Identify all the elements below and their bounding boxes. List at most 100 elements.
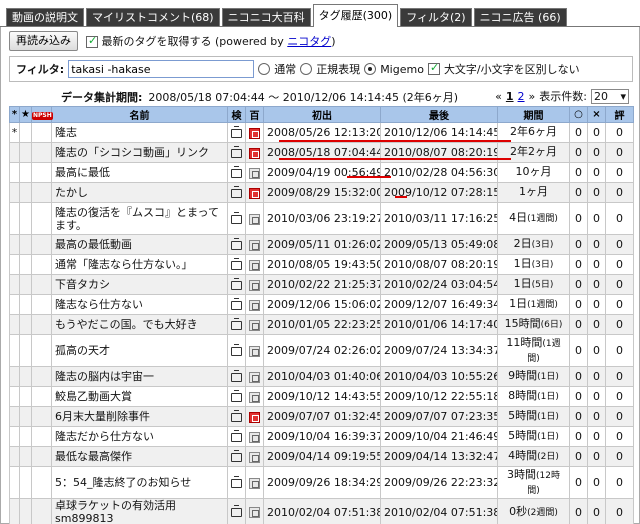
star-cell[interactable] xyxy=(19,254,32,275)
vote-good[interactable]: 0 xyxy=(569,386,588,407)
dictionary-icon[interactable] xyxy=(249,319,260,331)
tv-search-icon[interactable] xyxy=(231,452,242,462)
npsh-cell[interactable] xyxy=(31,314,52,335)
search-cell[interactable] xyxy=(227,386,246,407)
star-cell[interactable] xyxy=(19,466,32,499)
tv-search-icon[interactable] xyxy=(231,214,242,224)
dictionary-icon[interactable] xyxy=(249,127,260,139)
search-cell[interactable] xyxy=(227,142,246,163)
vote-good[interactable]: 0 xyxy=(569,366,588,387)
tag-name[interactable]: 最高に最低 xyxy=(51,162,228,183)
dictionary-cell[interactable] xyxy=(245,498,264,524)
vote-bad[interactable]: 0 xyxy=(587,122,606,143)
vote-bad[interactable]: 0 xyxy=(587,234,606,255)
tag-name[interactable]: もうやだこの国。でも大好き xyxy=(51,314,228,335)
tag-name[interactable]: 隆志の脳内は宇宙一 xyxy=(51,366,228,387)
vote-bad[interactable]: 0 xyxy=(587,386,606,407)
vote-bad[interactable]: 0 xyxy=(587,498,606,524)
tag-name[interactable]: 最低な最高傑作 xyxy=(51,446,228,467)
dictionary-icon[interactable] xyxy=(249,451,260,463)
tv-search-icon[interactable] xyxy=(231,188,242,198)
vote-good[interactable]: 0 xyxy=(569,294,588,315)
vote-good[interactable]: 0 xyxy=(569,122,588,143)
dictionary-cell[interactable] xyxy=(245,182,264,203)
dictionary-icon[interactable] xyxy=(249,239,260,251)
search-cell[interactable] xyxy=(227,498,246,524)
vote-good[interactable]: 0 xyxy=(569,182,588,203)
table-row[interactable]: 隆志の復活を『ムスコ』とまってます。 2010/03/06 23:19:27 201… xyxy=(9,202,634,235)
table-row[interactable]: 鮫島乙動画大賞 2009/10/12 14:43:55 2009/10/12 22:… xyxy=(9,386,634,407)
dictionary-icon[interactable] xyxy=(249,279,260,291)
tv-search-icon[interactable] xyxy=(231,392,242,402)
npsh-cell[interactable] xyxy=(31,366,52,387)
vote-good[interactable]: 0 xyxy=(569,406,588,427)
tab-5[interactable]: ニコニ広告 (66) xyxy=(473,8,567,27)
table-row[interactable]: 下音タカシ 2010/02/22 21:25:37 2010/02/24 03:04… xyxy=(9,274,634,295)
pager-prev[interactable]: « xyxy=(495,90,502,103)
tag-name[interactable]: 6月末大量削除事件 xyxy=(51,406,228,427)
dictionary-cell[interactable] xyxy=(245,162,264,183)
column-header[interactable]: 初出 xyxy=(263,106,381,123)
tab-3[interactable]: タグ履歴(300) xyxy=(312,4,399,27)
table-row[interactable]: 最高の最低動画 2009/05/11 01:26:02 2009/05/13 05:… xyxy=(9,234,634,255)
dictionary-cell[interactable] xyxy=(245,274,264,295)
vote-good[interactable]: 0 xyxy=(569,254,588,275)
dictionary-cell[interactable] xyxy=(245,254,264,275)
column-header[interactable]: ○ xyxy=(569,106,588,123)
column-header[interactable]: 評 xyxy=(605,106,634,123)
npsh-cell[interactable] xyxy=(31,446,52,467)
pager-page-1[interactable]: 1 xyxy=(506,90,514,103)
tv-search-icon[interactable] xyxy=(231,478,242,488)
tv-search-icon[interactable] xyxy=(231,508,242,517)
npsh-cell[interactable] xyxy=(31,334,52,367)
dictionary-icon[interactable] xyxy=(249,507,260,518)
nicotag-link[interactable]: ニコタグ xyxy=(287,35,331,48)
vote-bad[interactable]: 0 xyxy=(587,162,606,183)
dictionary-cell[interactable] xyxy=(245,234,264,255)
pager-page-2[interactable]: 2 xyxy=(518,90,525,103)
npsh-cell[interactable] xyxy=(31,202,52,235)
tag-name[interactable]: 隆志の「シコシコ動画」リンク xyxy=(51,142,228,163)
search-cell[interactable] xyxy=(227,466,246,499)
search-cell[interactable] xyxy=(227,234,246,255)
dictionary-cell[interactable] xyxy=(245,386,264,407)
star-cell[interactable] xyxy=(19,234,32,255)
npsh-cell[interactable] xyxy=(31,294,52,315)
vote-bad[interactable]: 0 xyxy=(587,294,606,315)
search-cell[interactable] xyxy=(227,122,246,143)
npsh-cell[interactable] xyxy=(31,162,52,183)
search-cell[interactable] xyxy=(227,162,246,183)
npsh-cell[interactable] xyxy=(31,386,52,407)
search-cell[interactable] xyxy=(227,406,246,427)
column-header[interactable]: 名前 xyxy=(51,106,228,123)
tv-search-icon[interactable] xyxy=(231,168,242,178)
tv-search-icon[interactable] xyxy=(231,280,242,290)
npsh-cell[interactable] xyxy=(31,274,52,295)
table-row[interactable]: 卓球ラケットの有効活用sm899813 2010/02/04 07:51:38 20… xyxy=(9,498,634,524)
vote-good[interactable]: 0 xyxy=(569,142,588,163)
star-cell[interactable] xyxy=(19,366,32,387)
dictionary-cell[interactable] xyxy=(245,446,264,467)
tag-name[interactable]: 孤高の天才 xyxy=(51,334,228,367)
column-header[interactable]: NPSH xyxy=(31,106,53,123)
star-cell[interactable] xyxy=(19,314,32,335)
ignore-case-checkbox[interactable] xyxy=(427,61,440,75)
star-cell[interactable] xyxy=(19,202,32,235)
tag-name[interactable]: 5：54_隆志終了のお知らせ xyxy=(51,466,228,499)
search-cell[interactable] xyxy=(227,366,246,387)
column-header[interactable]: × xyxy=(587,106,606,123)
dictionary-icon[interactable] xyxy=(249,477,260,489)
dictionary-icon[interactable] xyxy=(249,167,260,179)
search-cell[interactable] xyxy=(227,274,246,295)
star-cell[interactable] xyxy=(19,162,32,183)
mode-normal-radio[interactable] xyxy=(258,63,271,75)
vote-bad[interactable]: 0 xyxy=(587,426,606,447)
tag-name[interactable]: 通常「隆志なら仕方ない。」 xyxy=(51,254,228,275)
tag-name[interactable]: 卓球ラケットの有効活用sm899813 xyxy=(51,498,228,524)
tv-search-icon[interactable] xyxy=(231,346,242,356)
tag-name[interactable]: 最高の最低動画 xyxy=(51,234,228,255)
search-cell[interactable] xyxy=(227,314,246,335)
dictionary-icon[interactable] xyxy=(249,431,260,443)
star-cell[interactable] xyxy=(19,406,32,427)
tab-0[interactable]: 動画の説明文 xyxy=(6,8,84,27)
